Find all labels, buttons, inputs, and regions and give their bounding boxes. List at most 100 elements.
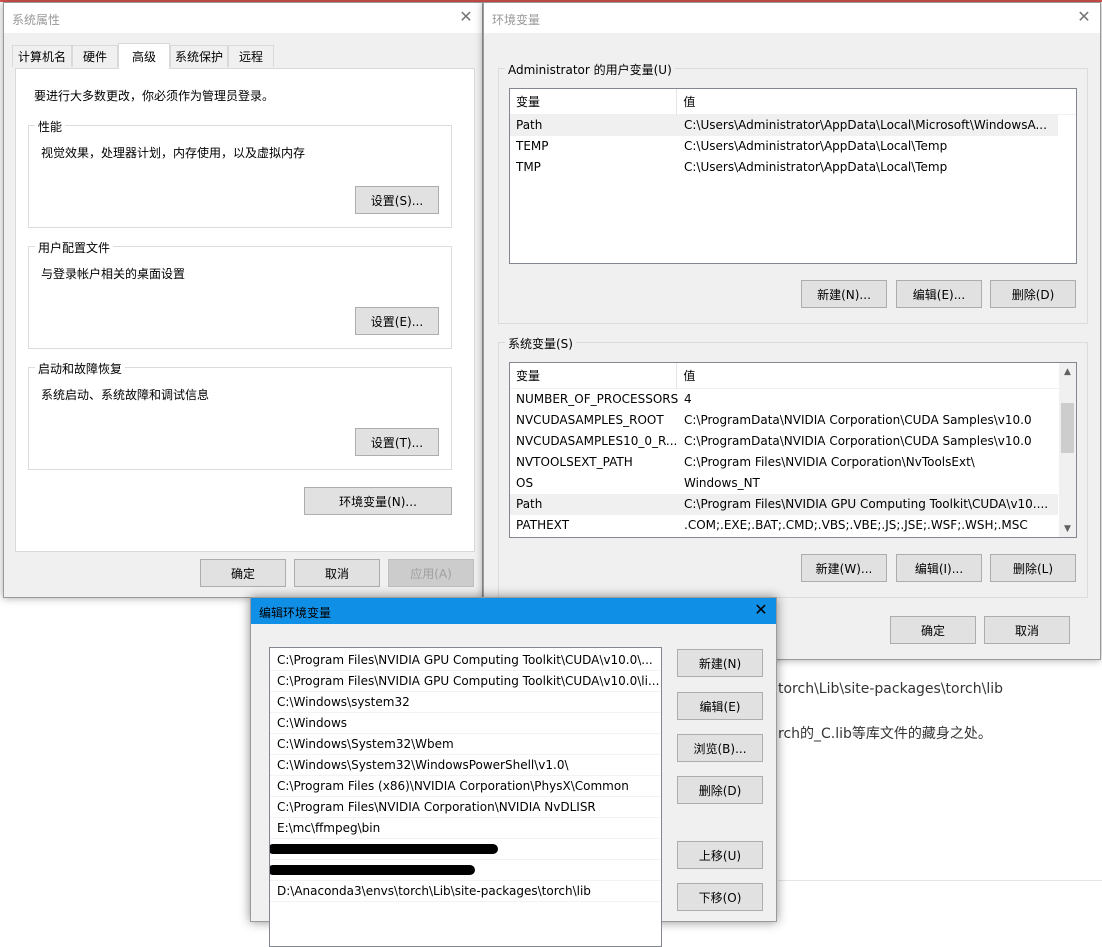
list-item[interactable]: C:\Program Files\NVIDIA Corporation\NVID… <box>270 797 661 818</box>
delete-entry-button[interactable]: 删除(D) <box>677 776 763 804</box>
admin-note: 要进行大多数更改，你必须作为管理员登录。 <box>34 89 275 103</box>
edit-environment-variable-dialog: 编辑环境变量 ✕ C:\Program Files\NVIDIA GPU Com… <box>250 597 777 947</box>
variable-value: C:\Users\Administrator\AppData\Local\Tem… <box>684 139 948 153</box>
variable-name: Path <box>516 497 543 511</box>
table-row[interactable]: NVCUDASAMPLES10_0_R... C:\ProgramData\NV… <box>510 431 1058 452</box>
cancel-button[interactable]: 取消 <box>984 616 1070 644</box>
list-item[interactable]: E:\mc\ffmpeg\bin <box>270 818 661 839</box>
title-bar: 环境变量 ✕ <box>484 3 1100 33</box>
variable-value: Windows_NT <box>684 476 760 490</box>
scroll-up-icon[interactable]: ▲ <box>1059 363 1076 380</box>
variable-name: NUMBER_OF_PROCESSORS <box>516 392 678 406</box>
user-delete-button[interactable]: 删除(D) <box>990 280 1076 308</box>
list-item[interactable]: C:\Windows\System32\WindowsPowerShell\v1… <box>270 755 661 776</box>
performance-group: 性能 视觉效果，处理器计划，内存使用，以及虚拟内存 设置(S)... <box>28 118 452 228</box>
window-title: 编辑环境变量 <box>259 606 332 620</box>
article-text-line: rch的_C.lib等库文件的藏身之处。 <box>778 726 992 742</box>
path-entries-list[interactable]: C:\Program Files\NVIDIA GPU Computing To… <box>269 647 662 947</box>
window-title: 系统属性 <box>12 13 61 27</box>
system-new-button[interactable]: 新建(W)... <box>801 554 887 582</box>
title-bar: 系统属性 ✕ <box>4 3 482 33</box>
startup-recovery-group: 启动和故障恢复 系统启动、系统故障和调试信息 设置(T)... <box>28 360 452 470</box>
environment-variables-button[interactable]: 环境变量(N)... <box>304 487 452 515</box>
profile-settings-button[interactable]: 设置(E)... <box>355 307 439 335</box>
column-header-variable[interactable]: 变量 <box>510 363 678 389</box>
system-variables-list[interactable]: 变量 值 NUMBER_OF_PROCESSORS 4 NVCUDASAMPLE… <box>509 362 1077 538</box>
table-row[interactable]: OS Windows_NT <box>510 473 1058 494</box>
table-row[interactable]: NVCUDASAMPLES_ROOT C:\ProgramData\NVIDIA… <box>510 410 1058 431</box>
edit-entry-button[interactable]: 编辑(E) <box>677 692 763 720</box>
column-header-value[interactable]: 值 <box>677 89 1076 115</box>
scroll-down-icon[interactable]: ▼ <box>1059 520 1076 537</box>
tab-hardware[interactable]: 硬件 <box>72 45 118 67</box>
variable-name: NVCUDASAMPLES_ROOT <box>516 413 664 427</box>
table-row[interactable]: Path C:\Program Files\NVIDIA GPU Computi… <box>510 494 1058 515</box>
tab-remote[interactable]: 远程 <box>228 45 274 67</box>
close-icon[interactable]: ✕ <box>458 9 474 25</box>
user-profile-group: 用户配置文件 与登录帐户相关的桌面设置 设置(E)... <box>28 239 452 349</box>
advanced-tab-panel: 要进行大多数更改，你必须作为管理员登录。 性能 视觉效果，处理器计划，内存使用，… <box>15 68 475 552</box>
tab-system-protection[interactable]: 系统保护 <box>170 45 228 67</box>
article-divider <box>778 880 1102 881</box>
list-item[interactable]: C:\Windows\system32 <box>270 692 661 713</box>
variable-name: TMP <box>516 160 541 174</box>
table-row[interactable]: Path C:\Users\Administrator\AppData\Loca… <box>510 115 1058 136</box>
table-row[interactable]: TMP C:\Users\Administrator\AppData\Local… <box>510 157 1058 178</box>
system-delete-button[interactable]: 删除(L) <box>990 554 1076 582</box>
variable-value: C:\Program Files\NVIDIA GPU Computing To… <box>684 497 1049 511</box>
ok-button[interactable]: 确定 <box>890 616 976 644</box>
window-title: 环境变量 <box>492 13 541 27</box>
move-down-button[interactable]: 下移(O) <box>677 883 763 911</box>
redaction-mark <box>270 865 475 875</box>
column-header-variable[interactable]: 变量 <box>510 89 678 115</box>
variable-value: .COM;.EXE;.BAT;.CMD;.VBS;.VBE;.JS;.JSE;.… <box>684 518 1028 532</box>
title-bar: 编辑环境变量 ✕ <box>251 598 776 624</box>
new-entry-button[interactable]: 新建(N) <box>677 649 763 677</box>
performance-settings-button[interactable]: 设置(S)... <box>355 186 439 214</box>
list-header: 变量 值 <box>510 89 1076 115</box>
close-icon[interactable]: ✕ <box>753 602 769 618</box>
tab-computer-name[interactable]: 计算机名 <box>12 45 72 67</box>
close-icon[interactable]: ✕ <box>1076 9 1092 25</box>
variable-value: 4 <box>684 392 692 406</box>
list-item[interactable]: D:\Anaconda3\envs\torch\Lib\site-package… <box>270 881 661 902</box>
group-label: 性能 <box>35 118 66 135</box>
browse-button[interactable]: 浏览(B)... <box>677 734 763 762</box>
variable-name: TEMP <box>516 139 549 153</box>
table-row[interactable]: NVTOOLSEXT_PATH C:\Program Files\NVIDIA … <box>510 452 1058 473</box>
ok-button[interactable]: 确定 <box>200 559 286 587</box>
startup-settings-button[interactable]: 设置(T)... <box>355 428 439 456</box>
variable-value: C:\Users\Administrator\AppData\Local\Mic… <box>684 118 1047 132</box>
list-item[interactable]: C:\Program Files\NVIDIA GPU Computing To… <box>270 671 661 692</box>
tab-advanced[interactable]: 高级 <box>118 43 170 69</box>
vertical-scrollbar[interactable]: ▲ ▼ <box>1059 363 1076 537</box>
group-label: 系统变量(S) <box>505 335 576 352</box>
column-header-value[interactable]: 值 <box>677 363 1059 389</box>
environment-variables-window: 环境变量 ✕ Administrator 的用户变量(U) 变量 值 Path … <box>483 2 1101 660</box>
variable-name: PATHEXT <box>516 518 570 532</box>
list-item[interactable]: C:\Windows\System32\Wbem <box>270 734 661 755</box>
user-edit-button[interactable]: 编辑(E)... <box>896 280 982 308</box>
user-variables-list[interactable]: 变量 值 Path C:\Users\Administrator\AppData… <box>509 88 1077 264</box>
variable-value: C:\Program Files\NVIDIA Corporation\NvTo… <box>684 455 975 469</box>
variable-name: NVTOOLSEXT_PATH <box>516 455 633 469</box>
system-edit-button[interactable]: 编辑(I)... <box>896 554 982 582</box>
variable-value: C:\Users\Administrator\AppData\Local\Tem… <box>684 160 948 174</box>
list-item[interactable]: C:\Program Files\NVIDIA GPU Computing To… <box>270 650 661 671</box>
group-description: 系统启动、系统故障和调试信息 <box>41 388 210 402</box>
user-new-button[interactable]: 新建(N)... <box>801 280 887 308</box>
table-row[interactable]: PATHEXT .COM;.EXE;.BAT;.CMD;.VBS;.VBE;.J… <box>510 515 1058 536</box>
list-item[interactable]: C:\Program Files (x86)\NVIDIA Corporatio… <box>270 776 661 797</box>
list-item[interactable]: C:\Windows <box>270 713 661 734</box>
variable-value: C:\ProgramData\NVIDIA Corporation\CUDA S… <box>684 413 1032 427</box>
user-variables-group: Administrator 的用户变量(U) 变量 值 Path C:\User… <box>498 61 1088 324</box>
apply-button[interactable]: 应用(A) <box>388 559 474 587</box>
scrollbar-thumb[interactable] <box>1061 403 1074 453</box>
variable-name: NVCUDASAMPLES10_0_R... <box>516 434 678 448</box>
system-properties-window: 系统属性 ✕ 计算机名 硬件 高级 系统保护 远程 要进行大多数更改，你必须作为… <box>3 2 483 598</box>
move-up-button[interactable]: 上移(U) <box>677 841 763 869</box>
table-row[interactable]: NUMBER_OF_PROCESSORS 4 <box>510 389 1058 410</box>
cancel-button[interactable]: 取消 <box>294 559 380 587</box>
group-label: Administrator 的用户变量(U) <box>505 61 675 78</box>
table-row[interactable]: TEMP C:\Users\Administrator\AppData\Loca… <box>510 136 1058 157</box>
